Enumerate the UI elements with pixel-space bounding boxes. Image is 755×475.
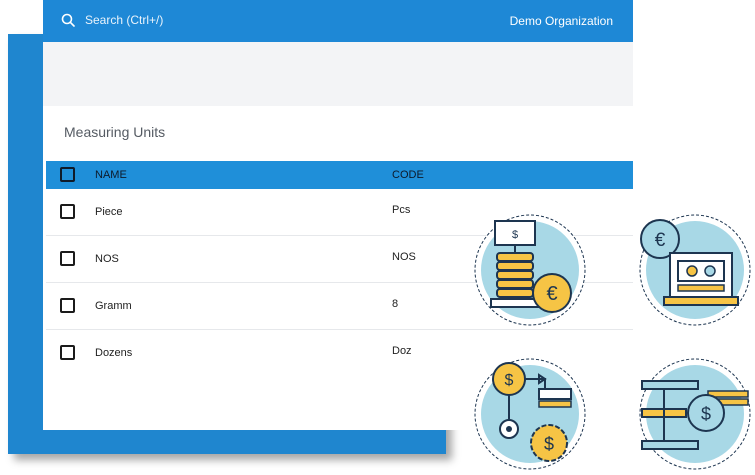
cell-name: Dozens xyxy=(95,347,133,359)
coin-stack-icon: $ € xyxy=(473,213,587,327)
organization-name[interactable]: Demo Organization xyxy=(510,14,613,28)
row-checkbox[interactable] xyxy=(60,204,75,219)
cell-name: Piece xyxy=(95,206,123,218)
search-icon xyxy=(61,13,75,27)
row-checkbox[interactable] xyxy=(60,251,75,266)
top-bar: Search (Ctrl+/) Demo Organization xyxy=(43,0,633,42)
svg-text:€: € xyxy=(655,230,666,251)
svg-text:$: $ xyxy=(701,404,711,424)
cell-code: NOS xyxy=(392,251,416,263)
euro-payment-icon: € xyxy=(638,213,752,327)
cell-code: 8 xyxy=(392,298,399,310)
cell-code: Doz xyxy=(392,345,412,357)
cell-code: Pcs xyxy=(392,204,411,216)
svg-text:$: $ xyxy=(512,229,518,241)
dollar-transfer-icon: $ xyxy=(638,357,752,471)
row-checkbox[interactable] xyxy=(60,345,75,360)
svg-text:$: $ xyxy=(505,372,514,389)
dollar-gear-workflow-icon: $ $ xyxy=(473,357,587,471)
row-checkbox[interactable] xyxy=(60,298,75,313)
cell-name: NOS xyxy=(95,253,119,265)
column-header-name[interactable]: NAME xyxy=(95,169,127,181)
svg-text:€: € xyxy=(546,283,557,305)
page-title: Measuring Units xyxy=(64,124,166,140)
cell-name: Gramm xyxy=(95,300,132,312)
search-box[interactable]: Search (Ctrl+/) xyxy=(61,11,163,29)
table-header: NAME CODE xyxy=(46,161,633,189)
select-all-checkbox[interactable] xyxy=(60,167,75,182)
svg-text:$: $ xyxy=(544,434,554,454)
column-header-code[interactable]: CODE xyxy=(392,169,424,181)
subheader-band xyxy=(43,42,633,106)
search-placeholder: Search (Ctrl+/) xyxy=(85,13,164,27)
